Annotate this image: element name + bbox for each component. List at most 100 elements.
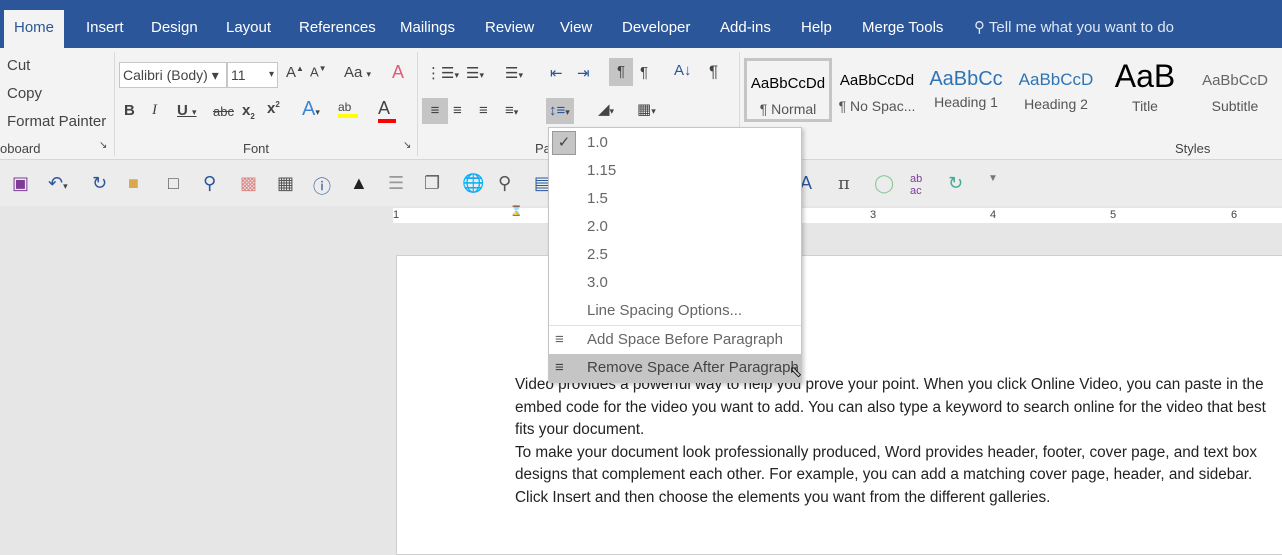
font-launcher-icon[interactable]: ↘ bbox=[403, 140, 411, 151]
mail-merge-icon[interactable]: ▩ bbox=[240, 173, 257, 194]
highlight-icon[interactable]: ab bbox=[338, 100, 358, 118]
indent-marker[interactable]: ⌛ bbox=[510, 206, 522, 217]
show-marks-icon[interactable]: ¶ bbox=[709, 62, 718, 82]
remove-space-after[interactable]: ≡ Remove Space After Paragraph bbox=[549, 354, 801, 382]
menu-item-1-0[interactable]: ✓ 1.0 bbox=[549, 129, 801, 157]
tab-review[interactable]: Review bbox=[475, 10, 544, 48]
italic-icon[interactable]: I bbox=[152, 102, 157, 119]
superscript-icon[interactable]: x2 bbox=[267, 100, 280, 117]
checkmark-icon: ✓ bbox=[552, 131, 576, 155]
info-icon[interactable]: ⓘ bbox=[313, 173, 331, 199]
change-case-button[interactable]: Aa ▾ bbox=[344, 64, 371, 81]
print-preview-icon[interactable]: ⚲ bbox=[498, 173, 511, 194]
styles-group-label: Styles bbox=[1175, 141, 1211, 156]
bullets-icon[interactable]: ⋮☰▾ bbox=[426, 64, 459, 82]
new-document-icon[interactable]: □ bbox=[168, 173, 179, 194]
replace-icon[interactable]: ab ac bbox=[910, 173, 922, 197]
subscript-icon[interactable]: x2 bbox=[242, 102, 255, 121]
menu-item-2-0[interactable]: 2.0 bbox=[549, 213, 801, 241]
menu-item-1-5[interactable]: 1.5 bbox=[549, 185, 801, 213]
ruler-label: 6 bbox=[1231, 209, 1238, 221]
font-size-dropdown[interactable]: 11 ▾ bbox=[227, 62, 278, 88]
align-center-icon[interactable]: ≡ bbox=[453, 102, 462, 119]
tab-design[interactable]: Design bbox=[141, 10, 208, 48]
customize-toolbar-icon[interactable]: ▼ bbox=[988, 173, 998, 184]
list-icon[interactable]: ☰ bbox=[388, 173, 404, 194]
equation-icon[interactable]: π bbox=[838, 173, 850, 194]
style-heading-1[interactable]: AaBbCc Heading 1 bbox=[922, 58, 1010, 122]
style-no-spacing[interactable]: AaBbCcDd ¶ No Spac... bbox=[833, 58, 921, 122]
rtl-icon[interactable]: ¶ bbox=[640, 64, 648, 81]
search-icon: ⚲ bbox=[974, 19, 985, 36]
save-icon[interactable]: ▣ bbox=[12, 173, 29, 194]
multilevel-list-icon[interactable]: ☰▾ bbox=[505, 64, 523, 82]
tell-me-box[interactable]: ⚲ Tell me what you want to do bbox=[964, 10, 1184, 48]
ruler-label: 3 bbox=[870, 209, 877, 221]
cut-button[interactable]: Cut bbox=[7, 57, 30, 74]
open-folder-icon[interactable]: ■ bbox=[128, 173, 139, 194]
decrease-indent-icon[interactable]: ⇤ bbox=[550, 64, 563, 82]
menu-item-2-5[interactable]: 2.5 bbox=[549, 241, 801, 269]
menu-item-3-0[interactable]: 3.0 bbox=[549, 269, 801, 297]
paragraph: Video provides a powerful way to help yo… bbox=[515, 376, 1266, 438]
font-group-label: Font bbox=[243, 141, 270, 156]
table-icon[interactable]: ▦ bbox=[277, 173, 294, 194]
font-name-dropdown[interactable]: Calibri (Body) ▾ bbox=[119, 62, 227, 88]
font-color-icon[interactable]: A bbox=[378, 98, 396, 123]
tab-mailings[interactable]: Mailings bbox=[390, 10, 465, 48]
horizontal-ruler[interactable]: 1 3 4 5 6 ⌛ bbox=[393, 206, 1282, 223]
web-link-icon[interactable]: 🌐 bbox=[462, 173, 484, 194]
numbering-icon[interactable]: ☰▾ bbox=[466, 64, 484, 82]
shape-circle-icon[interactable]: ◯ bbox=[874, 173, 894, 194]
tab-layout[interactable]: Layout bbox=[216, 10, 281, 48]
line-spacing-menu: ✓ 1.0 1.15 1.5 2.0 2.5 3.0 Line Spacing O… bbox=[548, 127, 802, 383]
grow-font-icon[interactable]: A▲ bbox=[286, 64, 304, 81]
refresh-doc-icon[interactable]: ↻ bbox=[948, 173, 963, 194]
copy-button[interactable]: Copy bbox=[7, 85, 42, 102]
find-icon[interactable]: ⚲ bbox=[203, 173, 216, 194]
strikethrough-icon[interactable]: abc bbox=[213, 104, 234, 119]
text-effects-icon[interactable]: A▾ bbox=[302, 98, 320, 121]
line-spacing-options[interactable]: Line Spacing Options... bbox=[549, 297, 801, 325]
tab-merge-tools[interactable]: Merge Tools bbox=[852, 10, 953, 48]
align-left-icon[interactable]: ≡ bbox=[422, 98, 448, 124]
tab-references[interactable]: References bbox=[289, 10, 386, 48]
ltr-icon[interactable]: ¶ bbox=[609, 58, 633, 86]
redo-icon[interactable]: ↻ bbox=[92, 173, 107, 194]
style-subtitle[interactable]: AaBbCcD Subtitle bbox=[1191, 58, 1279, 122]
shading-icon[interactable]: ◢▾ bbox=[598, 100, 614, 118]
underline-icon[interactable]: U ▾ bbox=[177, 102, 197, 119]
align-right-icon[interactable]: ≡ bbox=[479, 102, 488, 119]
add-space-before[interactable]: ≡ Add Space Before Paragraph bbox=[549, 326, 801, 354]
style-heading-2[interactable]: AaBbCcD Heading 2 bbox=[1012, 58, 1100, 122]
style-title[interactable]: AaB Title bbox=[1101, 58, 1189, 122]
clear-formatting-icon[interactable]: A bbox=[392, 62, 404, 83]
menu-item-1-15[interactable]: 1.15 bbox=[549, 157, 801, 185]
paragraph: To make your document look professionall… bbox=[515, 443, 1258, 506]
tab-view[interactable]: View bbox=[550, 10, 602, 48]
tab-home[interactable]: Home bbox=[4, 10, 65, 48]
tab-help[interactable]: Help bbox=[791, 10, 842, 48]
clipboard-launcher-icon[interactable]: ↘ bbox=[99, 140, 107, 151]
shrink-font-icon[interactable]: A▼ bbox=[310, 64, 327, 79]
ruler-label: 5 bbox=[1110, 209, 1117, 221]
increase-indent-icon[interactable]: ⇥ bbox=[577, 64, 590, 82]
mouse-cursor-icon: ⬁ bbox=[789, 364, 803, 381]
tab-insert[interactable]: Insert bbox=[76, 10, 134, 48]
style-normal[interactable]: AaBbCcDd ¶ Normal bbox=[744, 58, 832, 122]
sort-icon[interactable]: A↓ bbox=[674, 62, 692, 79]
tab-developer[interactable]: Developer bbox=[612, 10, 700, 48]
org-chart-icon[interactable]: ▲ bbox=[350, 173, 368, 194]
add-space-icon: ≡ bbox=[555, 331, 564, 348]
borders-icon[interactable]: ▦▾ bbox=[637, 100, 656, 118]
line-spacing-button[interactable]: ↕≡▾ bbox=[546, 98, 574, 124]
document-body[interactable]: Video provides a powerful way to help yo… bbox=[515, 374, 1275, 509]
ribbon-tab-bar: Home Insert Design Layout References Mai… bbox=[0, 0, 1282, 48]
undo-icon[interactable]: ↶▾ bbox=[48, 173, 68, 194]
copy-doc-icon[interactable]: ❐ bbox=[424, 173, 440, 194]
tell-me-text: Tell me what you want to do bbox=[988, 19, 1175, 36]
format-painter-button[interactable]: Format Painter bbox=[7, 113, 106, 130]
justify-icon[interactable]: ≡▾ bbox=[505, 102, 518, 119]
tab-add-ins[interactable]: Add-ins bbox=[710, 10, 781, 48]
bold-icon[interactable]: B bbox=[124, 102, 135, 119]
